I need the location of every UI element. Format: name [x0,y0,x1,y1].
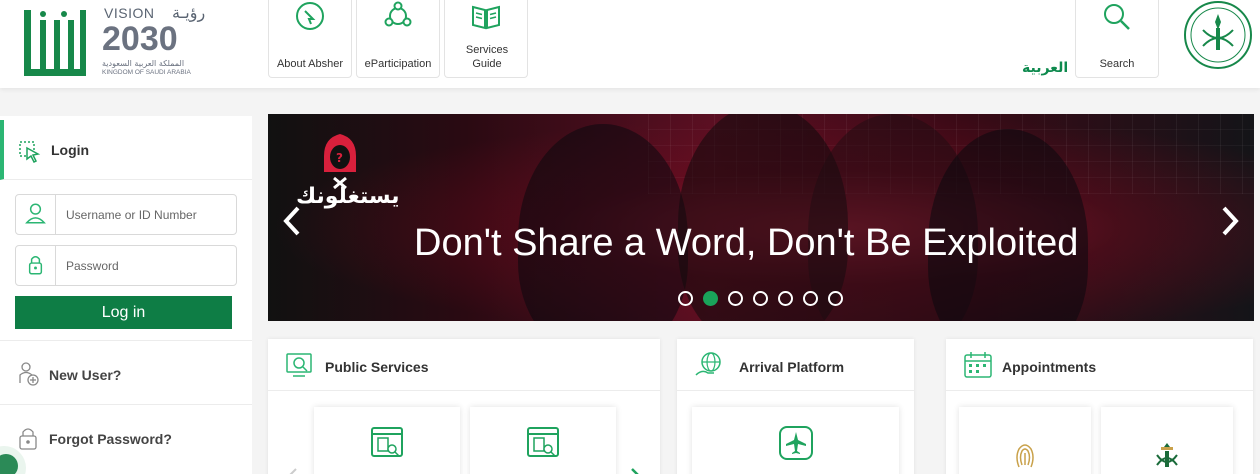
hero-carousel: ? يستغلونك Don't Share a Word, Don't Be … [268,114,1254,321]
service-tile[interactable] [314,407,460,474]
vision-word: VISION [104,5,155,21]
card-header: Arrival Platform [677,339,914,391]
user-icon [25,195,56,234]
saudi-emblem-logo[interactable] [1183,0,1253,70]
chat-bubble-icon [296,2,324,30]
carousel-dot[interactable] [678,291,693,306]
password-input[interactable] [57,246,235,285]
carousel-prev-arrow[interactable] [280,204,304,238]
service-tile[interactable] [470,407,616,474]
password-field [15,245,237,286]
document-search-icon [527,427,559,457]
card-next-arrow[interactable] [630,467,640,474]
nav-label: eParticipation [364,58,432,70]
login-sidebar: Login Log in New User? [0,116,252,474]
language-switch-link[interactable]: العربية [1022,60,1068,76]
new-user-label: New User? [49,367,122,383]
appointments-card: Appointments [946,339,1253,474]
open-book-icon [472,5,500,30]
carousel-dot[interactable] [828,291,843,306]
search-button[interactable]: Search [1075,0,1159,78]
airplane-icon [778,426,813,460]
calendar-icon [964,352,992,378]
nav-label: About Absher [276,58,344,70]
login-title: Login [51,142,90,158]
vision-kingdom-en: KINGDOM OF SAUDI ARABIA [102,69,191,76]
civil-affairs-tile[interactable] [959,407,1091,474]
nav-services-guide[interactable]: Services Guide [444,0,528,78]
fingerprint-icon [1016,444,1034,468]
public-services-card: Public Services [268,339,660,474]
lock-question-icon [19,428,37,450]
people-network-icon [384,1,412,27]
passports-emblem-icon [1156,443,1178,467]
svg-text:?: ? [336,151,343,165]
campaign-title: يستغلونك [296,184,400,209]
monitor-search-icon [286,353,312,377]
carousel-dot[interactable] [803,291,818,306]
lock-icon [28,246,56,285]
vision-year: 2030 [102,20,178,58]
card-title: Appointments [1002,359,1097,375]
absher-logo[interactable] [18,6,92,78]
vision-kingdom-ar: المملكة العربية السعودية [102,59,185,68]
search-label: Search [1099,58,1135,70]
new-user-link[interactable]: New User? [0,340,252,404]
add-user-icon [19,362,39,386]
document-search-icon [371,427,403,457]
carousel-dot[interactable] [753,291,768,306]
arrival-platform-card: Arrival Platform [677,339,914,474]
site-header: VISION رؤيـة 2030 المملكة العربية السعود… [0,0,1260,88]
service-tile[interactable] [692,407,899,474]
forgot-password-label: Forgot Password? [49,431,172,447]
login-button[interactable]: Log in [15,296,232,329]
username-field [15,194,237,235]
carousel-dot[interactable] [778,291,793,306]
passports-tile[interactable] [1101,407,1233,474]
vision-2030-logo: VISION رؤيـة 2030 المملكة العربية السعود… [100,3,215,78]
card-header: Public Services [268,339,660,391]
search-icon [1104,4,1130,30]
nav-about-absher[interactable]: About Absher [268,0,352,78]
globe-hand-icon [695,352,721,376]
carousel-dot[interactable] [728,291,743,306]
nav-label: Services Guide [465,44,509,70]
username-input[interactable] [57,195,235,234]
carousel-dot[interactable] [703,291,718,306]
card-title: Public Services [325,359,429,375]
forgot-password-link[interactable]: Forgot Password? [0,404,252,468]
carousel-next-arrow[interactable] [1218,204,1242,238]
login-pointer-icon [19,141,41,164]
card-prev-arrow[interactable] [288,467,298,474]
card-header: Appointments [946,339,1253,391]
card-title: Arrival Platform [739,359,845,375]
banner-headline: Don't Share a Word, Don't Be Exploited [414,222,1079,264]
login-header: Login [0,120,252,180]
nav-eparticipation[interactable]: eParticipation [356,0,440,78]
